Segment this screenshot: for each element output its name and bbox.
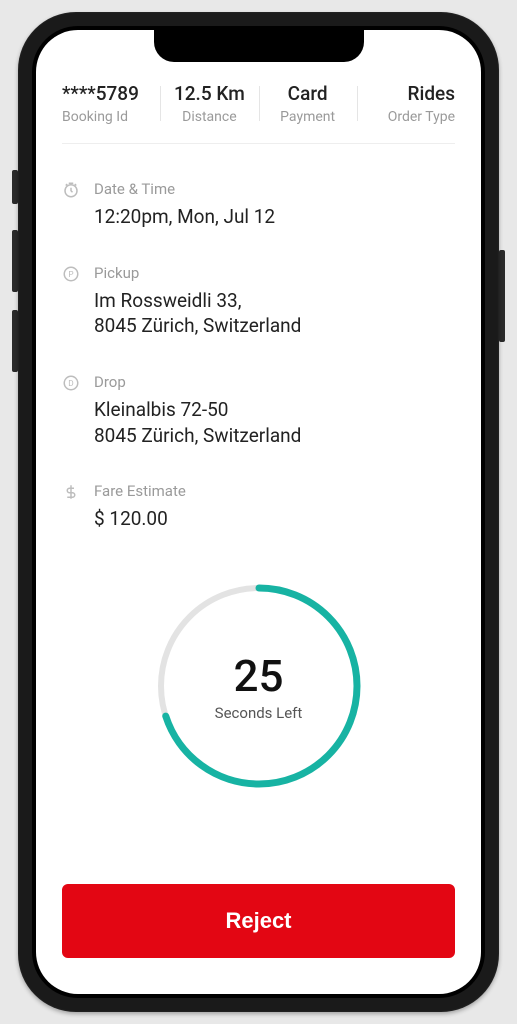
datetime-label: Date & Time bbox=[94, 180, 275, 198]
detail-fare: Fare Estimate $ 120.00 bbox=[62, 482, 455, 532]
svg-text:P: P bbox=[68, 270, 73, 280]
drop-icon: D bbox=[62, 374, 80, 392]
header-payment: Card Payment bbox=[259, 82, 357, 125]
notch bbox=[154, 30, 364, 62]
fare-label: Fare Estimate bbox=[94, 482, 186, 500]
booking-details: Date & Time 12:20pm, Mon, Jul 12 P Picku… bbox=[62, 144, 455, 566]
countdown-timer: 25 Seconds Left bbox=[149, 576, 369, 796]
timer-ring-icon bbox=[149, 576, 369, 796]
detail-pickup: P Pickup Im Rossweidli 33, 8045 Zürich, … bbox=[62, 264, 455, 339]
screen: ****5789 Booking Id 12.5 Km Distance Car… bbox=[36, 30, 481, 994]
payment-label: Payment bbox=[259, 109, 357, 125]
pickup-value: Im Rossweidli 33, 8045 Zürich, Switzerla… bbox=[94, 288, 301, 339]
pickup-icon: P bbox=[62, 265, 80, 283]
pickup-label: Pickup bbox=[94, 264, 301, 282]
booking-id-value: ****5789 bbox=[62, 82, 160, 105]
detail-datetime: Date & Time 12:20pm, Mon, Jul 12 bbox=[62, 180, 455, 230]
header-order-type: Rides Order Type bbox=[357, 82, 455, 125]
clock-icon bbox=[62, 181, 80, 199]
header-distance: 12.5 Km Distance bbox=[160, 82, 258, 125]
phone-frame: ****5789 Booking Id 12.5 Km Distance Car… bbox=[18, 12, 499, 1012]
header-booking-id: ****5789 Booking Id bbox=[62, 82, 160, 125]
distance-value: 12.5 Km bbox=[160, 82, 258, 105]
dollar-icon bbox=[62, 483, 80, 501]
booking-summary-header: ****5789 Booking Id 12.5 Km Distance Car… bbox=[62, 82, 455, 144]
booking-id-label: Booking Id bbox=[62, 109, 160, 125]
order-type-label: Order Type bbox=[357, 109, 455, 125]
distance-label: Distance bbox=[160, 109, 258, 125]
payment-value: Card bbox=[259, 82, 357, 105]
reject-button[interactable]: Reject bbox=[62, 884, 455, 958]
drop-value: Kleinalbis 72-50 8045 Zürich, Switzerlan… bbox=[94, 397, 301, 448]
svg-text:D: D bbox=[68, 379, 73, 389]
detail-drop: D Drop Kleinalbis 72-50 8045 Zürich, Swi… bbox=[62, 373, 455, 448]
order-type-value: Rides bbox=[357, 82, 455, 105]
fare-value: $ 120.00 bbox=[94, 506, 186, 532]
drop-label: Drop bbox=[94, 373, 301, 391]
datetime-value: 12:20pm, Mon, Jul 12 bbox=[94, 204, 275, 230]
